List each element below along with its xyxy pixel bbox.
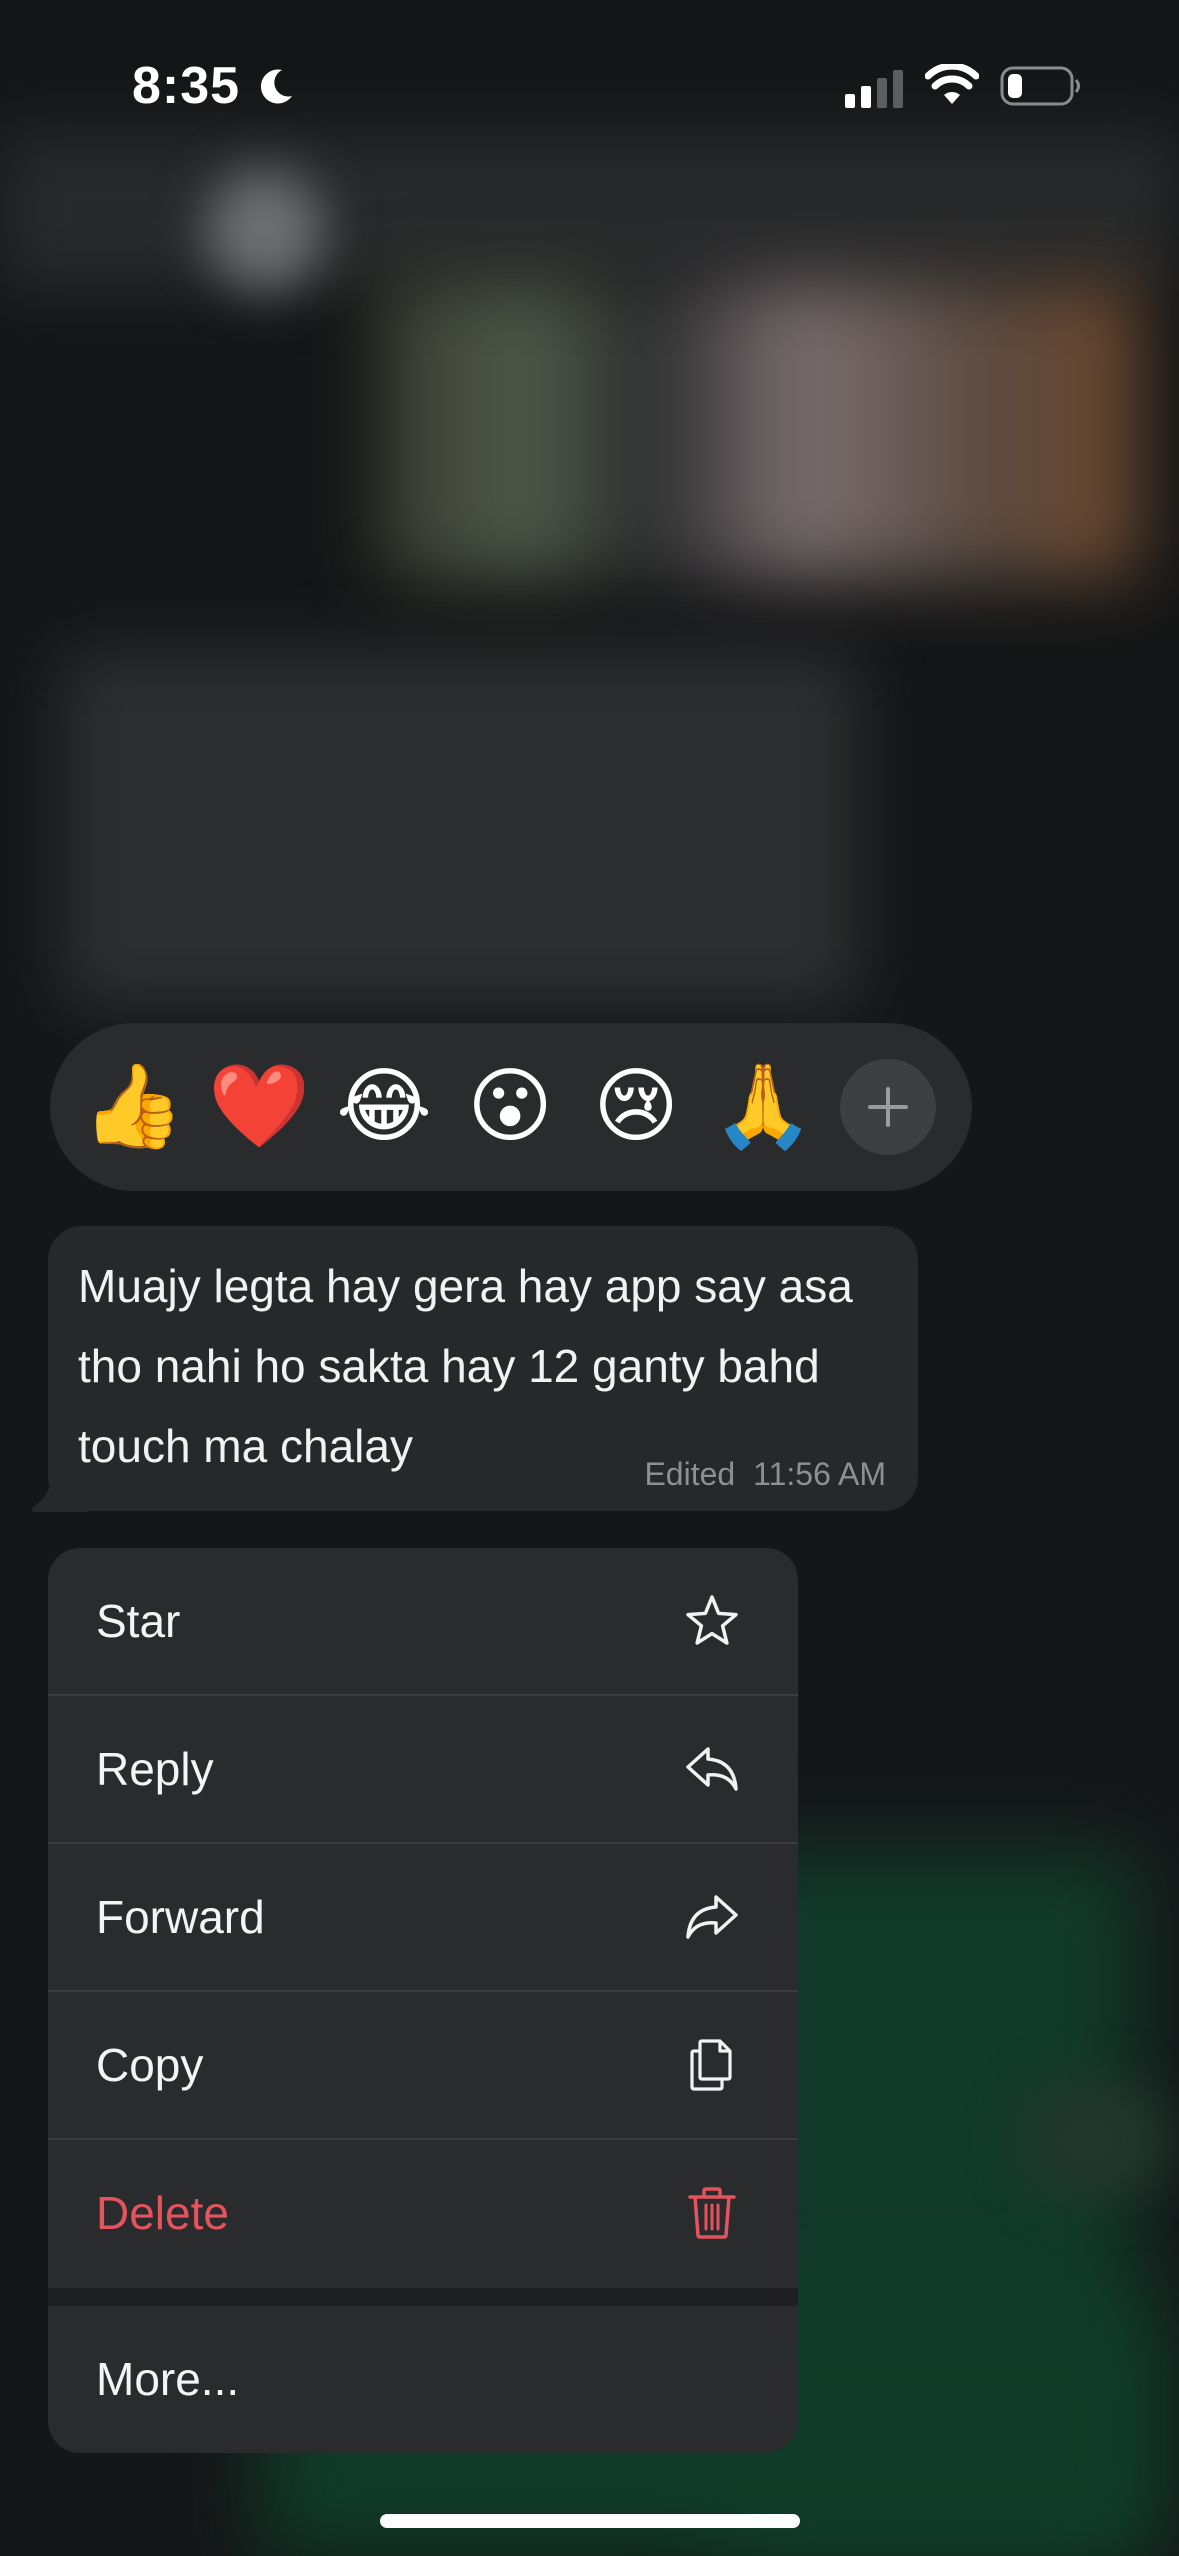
menu-section-divider xyxy=(48,2288,798,2306)
menu-item-reply[interactable]: Reply xyxy=(48,1696,798,1844)
status-time: 8:35 xyxy=(132,57,241,115)
reaction-crying[interactable]: 😢 xyxy=(586,1057,686,1157)
reaction-heart[interactable]: ❤️ xyxy=(208,1057,310,1157)
menu-item-forward[interactable]: Forward xyxy=(48,1844,798,1992)
battery-icon xyxy=(1000,66,1080,106)
signal-icon xyxy=(845,70,903,108)
home-indicator[interactable] xyxy=(380,2514,800,2528)
forward-icon xyxy=(686,1895,738,1939)
star-icon xyxy=(686,1595,738,1645)
trash-icon xyxy=(688,2187,736,2239)
message-time: 11:56 AM xyxy=(753,1456,886,1492)
menu-item-label: Star xyxy=(96,1595,181,1647)
status-bar: 8:35 xyxy=(0,0,1179,170)
menu-item-star[interactable]: Star xyxy=(48,1548,798,1696)
edited-label: Edited xyxy=(644,1456,736,1492)
screen: 8:35 👍 ❤️ 😂 😮 😢 🙏 Muajy legta hay gera h… xyxy=(0,0,1179,2556)
copy-icon xyxy=(690,2039,732,2091)
reaction-tears-of-joy[interactable]: 😂 xyxy=(334,1057,434,1157)
menu-item-label: More... xyxy=(96,2353,240,2405)
reaction-bar: 👍 ❤️ 😂 😮 😢 🙏 xyxy=(50,1023,972,1191)
menu-item-more[interactable]: More... xyxy=(48,2306,798,2453)
blurred-text-message xyxy=(60,650,860,1010)
blurred-image-message xyxy=(380,280,1140,580)
moon-icon xyxy=(260,69,292,104)
reaction-thumbs-up[interactable]: 👍 xyxy=(82,1057,184,1157)
reaction-surprised[interactable]: 😮 xyxy=(460,1057,560,1157)
plus-icon xyxy=(868,1087,908,1127)
more-reactions-button[interactable] xyxy=(840,1059,936,1155)
menu-item-label: Forward xyxy=(96,1891,265,1943)
message-text: Muajy legta hay gera hay app say asa tho… xyxy=(78,1260,853,1472)
menu-item-label: Delete xyxy=(96,2187,229,2239)
menu-item-label: Reply xyxy=(96,1743,214,1795)
menu-item-copy[interactable]: Copy xyxy=(48,1992,798,2140)
message-meta: Edited 11:56 AM xyxy=(626,1456,886,1493)
context-menu: Star Reply Forward Copy Delete More... xyxy=(48,1548,798,2453)
wifi-icon xyxy=(925,64,979,104)
reaction-praying-hands[interactable]: 🙏 xyxy=(712,1057,814,1157)
menu-item-delete[interactable]: Delete xyxy=(48,2140,798,2286)
message-bubble[interactable]: Muajy legta hay gera hay app say asa tho… xyxy=(48,1226,918,1511)
blurred-avatar xyxy=(205,170,325,290)
reply-icon xyxy=(686,1747,738,1791)
menu-item-label: Copy xyxy=(96,2039,204,2091)
blurred-scroll-button xyxy=(1020,2080,1170,2200)
